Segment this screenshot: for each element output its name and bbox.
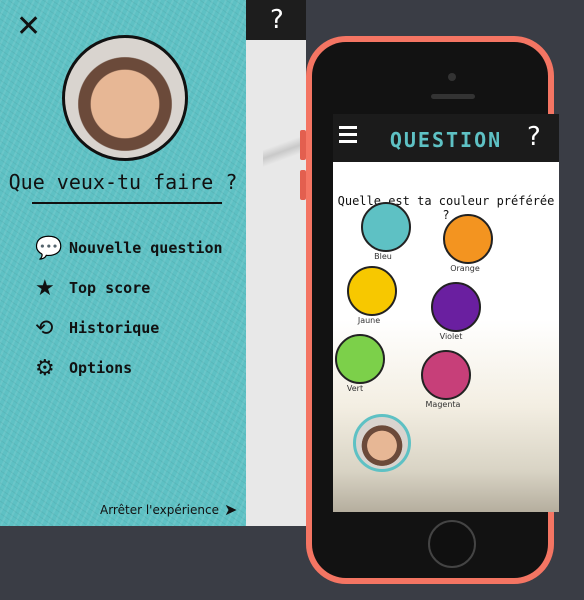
help-icon[interactable]: ? — [527, 122, 541, 152]
color-option-green[interactable] — [335, 334, 385, 384]
user-avatar-small[interactable] — [353, 414, 411, 472]
drawer-menu: 💬 Nouvelle question ★ Top score ⟲ Histor… — [35, 228, 223, 388]
close-icon[interactable]: ✕ — [16, 12, 41, 42]
phone-home-button[interactable] — [428, 520, 476, 568]
color-option-violet[interactable] — [431, 282, 481, 332]
lightning-illustration — [263, 80, 303, 240]
history-icon: ⟲ — [35, 315, 54, 341]
menu-item-label: Historique — [69, 319, 160, 337]
arrow-right-icon: ➤ — [224, 500, 238, 519]
user-avatar — [62, 35, 188, 161]
color-label-yellow: Jaune — [357, 316, 381, 325]
star-icon: ★ — [35, 275, 55, 301]
drawer-title: Que veux-tu faire ? — [8, 170, 238, 194]
color-option-blue[interactable] — [361, 202, 411, 252]
color-label-green: Vert — [346, 384, 364, 393]
color-option-magenta[interactable] — [421, 350, 471, 400]
background-help-icon: ? — [270, 5, 284, 35]
menu-item-top-score[interactable]: ★ Top score — [35, 268, 223, 308]
app-title: QUESTION — [389, 128, 503, 152]
color-option-yellow[interactable] — [347, 266, 397, 316]
menu-item-options[interactable]: ⚙ Options — [35, 348, 223, 388]
background-app-strip — [246, 0, 306, 526]
color-label-magenta: Magenta — [425, 400, 461, 409]
speech-bubble-icon: 💬 — [35, 235, 63, 261]
phone-camera — [448, 73, 456, 81]
side-drawer: ✕ Que veux-tu faire ? 💬 Nouvelle questio… — [0, 0, 246, 526]
stop-experience-link[interactable]: Arrêter l'expérience — [100, 503, 219, 517]
color-label-orange: Orange — [450, 264, 480, 273]
color-label-blue: Bleu — [374, 252, 392, 261]
phone-screen: QUESTION ? Quelle est ta couleur préféré… — [333, 114, 559, 512]
menu-item-label: Nouvelle question — [69, 239, 223, 257]
menu-item-label: Top score — [69, 279, 151, 297]
menu-item-new-question[interactable]: 💬 Nouvelle question — [35, 228, 223, 268]
color-option-orange[interactable] — [443, 214, 493, 264]
phone-speaker — [431, 94, 475, 99]
menu-item-label: Options — [69, 359, 133, 377]
menu-item-history[interactable]: ⟲ Historique — [35, 308, 223, 348]
color-label-violet: Violet — [439, 332, 463, 341]
app-header: QUESTION ? — [333, 114, 559, 162]
drawer-divider — [32, 202, 222, 204]
gears-icon: ⚙ — [35, 355, 55, 381]
